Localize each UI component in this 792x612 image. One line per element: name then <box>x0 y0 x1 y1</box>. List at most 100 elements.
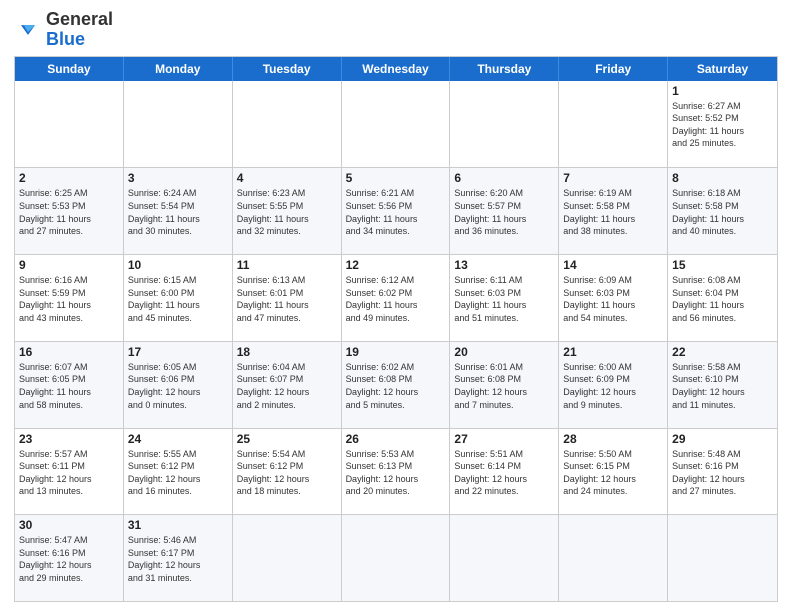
calendar: SundayMondayTuesdayWednesdayThursdayFrid… <box>14 56 778 602</box>
day-info: Sunrise: 6:12 AMSunset: 6:02 PMDaylight:… <box>346 274 446 324</box>
day-info: Sunrise: 5:48 AMSunset: 6:16 PMDaylight:… <box>672 448 773 498</box>
cal-cell: 23 Sunrise: 5:57 AMSunset: 6:11 PMDayligh… <box>15 429 124 515</box>
day-info: Sunrise: 5:53 AMSunset: 6:13 PMDaylight:… <box>346 448 446 498</box>
calendar-header: SundayMondayTuesdayWednesdayThursdayFrid… <box>15 57 777 81</box>
calendar-body: 1 Sunrise: 6:27 AMSunset: 5:52 PMDaylight… <box>15 81 777 601</box>
day-number: 17 <box>128 345 228 359</box>
day-number: 31 <box>128 518 228 532</box>
day-number: 14 <box>563 258 663 272</box>
day-number: 6 <box>454 171 554 185</box>
cal-cell: 21Sunrise: 6:00 AMSunset: 6:09 PMDayligh… <box>559 342 668 428</box>
day-number: 27 <box>454 432 554 446</box>
cal-cell: 3 Sunrise: 6:24 AMSunset: 5:54 PMDaylight… <box>124 168 233 254</box>
cal-cell: 18 Sunrise: 6:04 AMSunset: 6:07 PMDayligh… <box>233 342 342 428</box>
day-header-sunday: Sunday <box>15 57 124 81</box>
cal-cell: 8Sunrise: 6:18 AMSunset: 5:58 PMDaylight… <box>668 168 777 254</box>
day-info: Sunrise: 5:51 AMSunset: 6:14 PMDaylight:… <box>454 448 554 498</box>
cal-cell: 31Sunrise: 5:46 AMSunset: 6:17 PMDayligh… <box>124 515 233 601</box>
day-info: Sunrise: 5:58 AMSunset: 6:10 PMDaylight:… <box>672 361 773 411</box>
cal-cell <box>124 81 233 168</box>
cal-week-4: 16Sunrise: 6:07 AMSunset: 6:05 PMDayligh… <box>15 341 777 428</box>
day-number: 18 <box>237 345 337 359</box>
cal-cell: 27 Sunrise: 5:51 AMSunset: 6:14 PMDayligh… <box>450 429 559 515</box>
day-info: Sunrise: 6:13 AMSunset: 6:01 PMDaylight:… <box>237 274 337 324</box>
logo-blue-text: Blue <box>46 30 113 50</box>
cal-cell <box>559 81 668 168</box>
day-info: Sunrise: 6:25 AMSunset: 5:53 PMDaylight:… <box>19 187 119 237</box>
day-number: 3 <box>128 171 228 185</box>
cal-cell: 1 Sunrise: 6:27 AMSunset: 5:52 PMDaylight… <box>668 81 777 168</box>
day-number: 19 <box>346 345 446 359</box>
day-info: Sunrise: 5:55 AMSunset: 6:12 PMDaylight:… <box>128 448 228 498</box>
cal-cell: 12 Sunrise: 6:12 AMSunset: 6:02 PMDayligh… <box>342 255 451 341</box>
day-number: 7 <box>563 171 663 185</box>
day-number: 15 <box>672 258 773 272</box>
cal-cell: 17Sunrise: 6:05 AMSunset: 6:06 PMDayligh… <box>124 342 233 428</box>
day-number: 28 <box>563 432 663 446</box>
cal-cell: 11 Sunrise: 6:13 AMSunset: 6:01 PMDayligh… <box>233 255 342 341</box>
day-number: 2 <box>19 171 119 185</box>
cal-cell: 13 Sunrise: 6:11 AMSunset: 6:03 PMDayligh… <box>450 255 559 341</box>
day-number: 1 <box>672 84 773 98</box>
cal-cell: 10 Sunrise: 6:15 AMSunset: 6:00 PMDayligh… <box>124 255 233 341</box>
day-info: Sunrise: 6:15 AMSunset: 6:00 PMDaylight:… <box>128 274 228 324</box>
header: General Blue <box>14 10 778 50</box>
day-info: Sunrise: 6:00 AMSunset: 6:09 PMDaylight:… <box>563 361 663 411</box>
day-info: Sunrise: 6:11 AMSunset: 6:03 PMDaylight:… <box>454 274 554 324</box>
cal-cell: 29 Sunrise: 5:48 AMSunset: 6:16 PMDayligh… <box>668 429 777 515</box>
logo: General Blue <box>14 10 113 50</box>
cal-cell <box>15 81 124 168</box>
cal-cell: 5Sunrise: 6:21 AMSunset: 5:56 PMDaylight… <box>342 168 451 254</box>
day-number: 10 <box>128 258 228 272</box>
day-info: Sunrise: 6:09 AMSunset: 6:03 PMDaylight:… <box>563 274 663 324</box>
cal-week-5: 23 Sunrise: 5:57 AMSunset: 6:11 PMDayligh… <box>15 428 777 515</box>
cal-cell <box>233 515 342 601</box>
logo-icon <box>14 16 42 44</box>
cal-cell: 14 Sunrise: 6:09 AMSunset: 6:03 PMDayligh… <box>559 255 668 341</box>
day-info: Sunrise: 6:08 AMSunset: 6:04 PMDaylight:… <box>672 274 773 324</box>
cal-cell: 15 Sunrise: 6:08 AMSunset: 6:04 PMDayligh… <box>668 255 777 341</box>
day-number: 4 <box>237 171 337 185</box>
day-header-monday: Monday <box>124 57 233 81</box>
day-header-tuesday: Tuesday <box>233 57 342 81</box>
day-header-friday: Friday <box>559 57 668 81</box>
day-number: 13 <box>454 258 554 272</box>
day-info: Sunrise: 6:04 AMSunset: 6:07 PMDaylight:… <box>237 361 337 411</box>
day-number: 24 <box>128 432 228 446</box>
day-info: Sunrise: 5:57 AMSunset: 6:11 PMDaylight:… <box>19 448 119 498</box>
day-number: 12 <box>346 258 446 272</box>
day-number: 26 <box>346 432 446 446</box>
cal-cell <box>450 81 559 168</box>
cal-cell: 9 Sunrise: 6:16 AMSunset: 5:59 PMDaylight… <box>15 255 124 341</box>
cal-cell: 2 Sunrise: 6:25 AMSunset: 5:53 PMDaylight… <box>15 168 124 254</box>
day-info: Sunrise: 6:23 AMSunset: 5:55 PMDaylight:… <box>237 187 337 237</box>
day-info: Sunrise: 5:50 AMSunset: 6:15 PMDaylight:… <box>563 448 663 498</box>
day-info: Sunrise: 6:24 AMSunset: 5:54 PMDaylight:… <box>128 187 228 237</box>
day-number: 30 <box>19 518 119 532</box>
day-number: 20 <box>454 345 554 359</box>
cal-week-1: 1 Sunrise: 6:27 AMSunset: 5:52 PMDaylight… <box>15 81 777 168</box>
page: General Blue SundayMondayTuesdayWednesda… <box>0 0 792 612</box>
day-info: Sunrise: 5:54 AMSunset: 6:12 PMDaylight:… <box>237 448 337 498</box>
day-info: Sunrise: 6:16 AMSunset: 5:59 PMDaylight:… <box>19 274 119 324</box>
cal-cell <box>668 515 777 601</box>
cal-cell: 20 Sunrise: 6:01 AMSunset: 6:08 PMDayligh… <box>450 342 559 428</box>
day-number: 11 <box>237 258 337 272</box>
day-info: Sunrise: 6:07 AMSunset: 6:05 PMDaylight:… <box>19 361 119 411</box>
day-info: Sunrise: 6:27 AMSunset: 5:52 PMDaylight:… <box>672 100 773 150</box>
cal-cell: 16Sunrise: 6:07 AMSunset: 6:05 PMDayligh… <box>15 342 124 428</box>
day-info: Sunrise: 5:47 AMSunset: 6:16 PMDaylight:… <box>19 534 119 584</box>
cal-cell: 30 Sunrise: 5:47 AMSunset: 6:16 PMDayligh… <box>15 515 124 601</box>
cal-week-3: 9 Sunrise: 6:16 AMSunset: 5:59 PMDaylight… <box>15 254 777 341</box>
day-info: Sunrise: 6:02 AMSunset: 6:08 PMDaylight:… <box>346 361 446 411</box>
day-header-wednesday: Wednesday <box>342 57 451 81</box>
cal-cell: 19 Sunrise: 6:02 AMSunset: 6:08 PMDayligh… <box>342 342 451 428</box>
day-header-saturday: Saturday <box>668 57 777 81</box>
logo-general-text: General <box>46 10 113 30</box>
day-number: 23 <box>19 432 119 446</box>
day-number: 9 <box>19 258 119 272</box>
day-info: Sunrise: 6:01 AMSunset: 6:08 PMDaylight:… <box>454 361 554 411</box>
day-number: 29 <box>672 432 773 446</box>
cal-cell: 4 Sunrise: 6:23 AMSunset: 5:55 PMDaylight… <box>233 168 342 254</box>
cal-cell <box>342 515 451 601</box>
